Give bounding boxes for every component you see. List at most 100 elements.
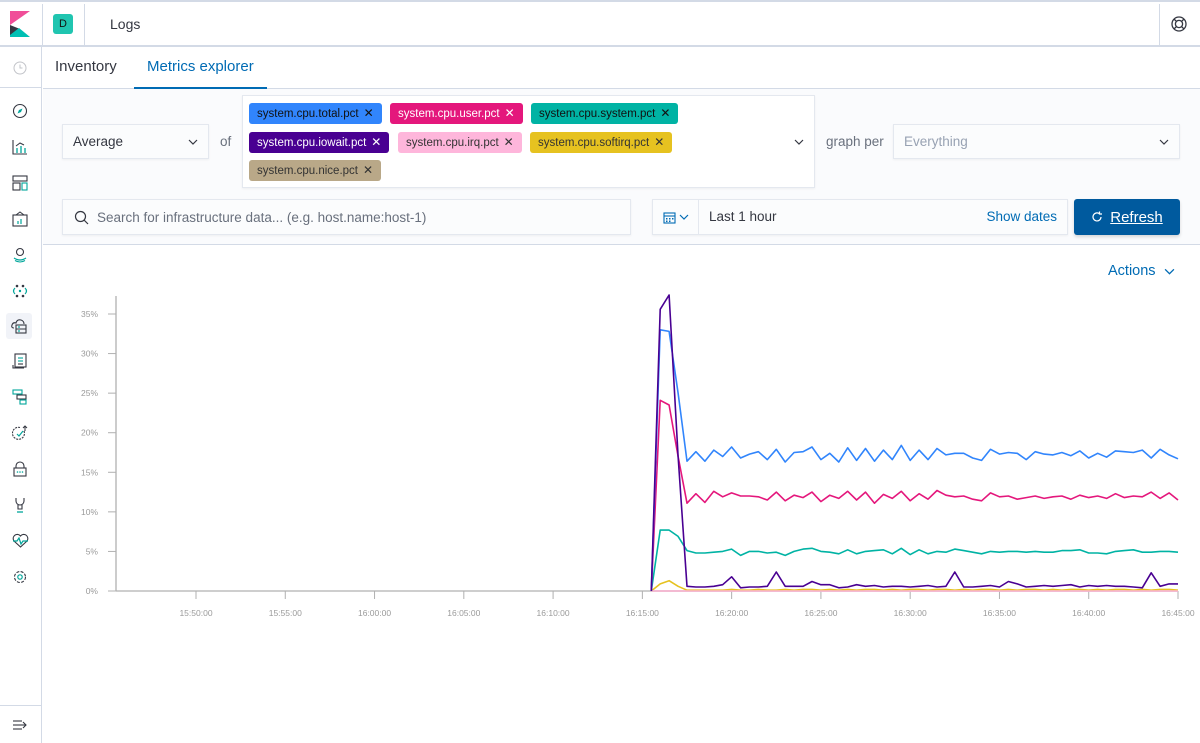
metric-pill-label: system.cpu.irq.pct xyxy=(406,137,499,149)
remove-metric-icon[interactable]: ✕ xyxy=(363,163,373,177)
sidebar-item-canvas[interactable] xyxy=(9,208,31,230)
quick-select-button[interactable] xyxy=(653,200,699,234)
y-tick-label: 25% xyxy=(81,388,98,398)
sidebar-item-recently-viewed[interactable] xyxy=(9,57,31,79)
metric-pill[interactable]: system.cpu.system.pct ✕ xyxy=(531,103,679,124)
lock-icon xyxy=(13,461,27,477)
graph-per-placeholder: Everything xyxy=(904,134,968,149)
x-tick-label: 16:20:00 xyxy=(715,608,748,618)
remove-metric-icon[interactable]: ✕ xyxy=(504,135,514,149)
remove-metric-icon[interactable]: ✕ xyxy=(371,135,381,149)
search-icon xyxy=(74,210,89,225)
y-tick-label: 35% xyxy=(81,309,98,319)
x-tick-label: 16:15:00 xyxy=(626,608,659,618)
nav-divider xyxy=(0,705,42,706)
sidebar-item-infrastructure[interactable] xyxy=(6,313,32,339)
space-avatar[interactable]: D xyxy=(53,14,73,34)
sidebar-item-management[interactable] xyxy=(9,566,31,588)
aggregation-select[interactable]: Average xyxy=(62,124,209,159)
metric-pill[interactable]: system.cpu.irq.pct ✕ xyxy=(398,132,522,153)
tab-metrics-explorer[interactable]: Metrics explorer xyxy=(134,58,267,89)
y-tick-label: 5% xyxy=(86,546,99,556)
dashboard-icon xyxy=(12,175,28,191)
x-tick-label: 16:25:00 xyxy=(804,608,837,618)
sidebar-item-dashboard[interactable] xyxy=(9,172,31,194)
sidebar-item-maps[interactable] xyxy=(9,244,31,266)
refresh-button[interactable]: Refresh xyxy=(1074,199,1180,235)
metric-pill[interactable]: system.cpu.total.pct ✕ xyxy=(249,103,382,124)
tab-inventory[interactable]: Inventory xyxy=(55,58,117,89)
metric-pill[interactable]: system.cpu.user.pct ✕ xyxy=(390,103,523,124)
sidebar-item-monitoring[interactable] xyxy=(9,530,31,552)
collapse-menu-button[interactable] xyxy=(9,714,31,736)
compass-icon xyxy=(12,103,28,119)
visualize-icon xyxy=(12,140,27,155)
actions-label: Actions xyxy=(1108,263,1156,279)
y-axis: 0% 5% 10% 15% 20% 25% 30% 35% xyxy=(81,296,117,596)
chevron-down-icon xyxy=(1164,268,1174,275)
sidebar-item-visualize[interactable] xyxy=(9,136,31,158)
show-dates-link[interactable]: Show dates xyxy=(986,209,1057,224)
apm-icon xyxy=(12,389,27,405)
search-input[interactable] xyxy=(97,200,617,234)
help-lifebuoy-icon[interactable] xyxy=(1170,15,1188,33)
calendar-icon xyxy=(662,211,676,224)
of-label: of xyxy=(220,134,232,149)
x-tick-label: 16:35:00 xyxy=(983,608,1016,618)
sidebar-item-siem[interactable] xyxy=(9,458,31,480)
x-tick-label: 16:00:00 xyxy=(358,608,391,618)
metric-pill[interactable]: system.cpu.softirq.pct ✕ xyxy=(530,132,673,153)
y-tick-label: 15% xyxy=(81,467,98,477)
series-group xyxy=(650,294,1179,592)
uptime-icon xyxy=(12,425,28,440)
wrench-icon xyxy=(15,498,25,513)
remove-metric-icon[interactable]: ✕ xyxy=(505,106,515,120)
heartbeat-icon xyxy=(12,533,28,548)
chevron-down-icon xyxy=(679,214,688,220)
ml-icon xyxy=(12,284,28,298)
collapse-menu-icon xyxy=(13,720,27,730)
remove-metric-icon[interactable]: ✕ xyxy=(364,106,374,120)
remove-metric-icon[interactable]: ✕ xyxy=(660,106,670,120)
metrics-toolbar: Average of system.cpu.total.pct ✕ system.… xyxy=(43,89,1200,245)
series-line-system-cpu-user-pct[interactable] xyxy=(650,399,1179,592)
actions-menu-button[interactable]: Actions xyxy=(1108,263,1175,279)
logs-icon xyxy=(12,353,27,369)
top-header: D Logs xyxy=(0,0,1200,47)
graph-per-select[interactable]: Everything xyxy=(893,124,1180,159)
series-line-system-cpu-system-pct[interactable] xyxy=(650,529,1179,592)
maps-icon xyxy=(13,247,27,263)
time-range-value[interactable]: Last 1 hour xyxy=(709,209,777,224)
kibana-logo-icon[interactable] xyxy=(10,11,30,37)
y-tick-label: 30% xyxy=(81,349,98,359)
nav-divider xyxy=(0,87,42,88)
sidebar-item-apm[interactable] xyxy=(9,386,31,408)
metrics-combobox[interactable]: system.cpu.total.pct ✕ system.cpu.user.pc… xyxy=(242,95,815,188)
y-tick-label: 10% xyxy=(81,507,98,517)
clock-icon xyxy=(13,61,27,75)
refresh-icon xyxy=(1092,211,1103,222)
metric-pill[interactable]: system.cpu.iowait.pct ✕ xyxy=(249,132,390,153)
infrastructure-icon xyxy=(10,319,27,334)
x-tick-label: 16:10:00 xyxy=(537,608,570,618)
aggregation-value: Average xyxy=(73,134,124,149)
sidebar-item-uptime[interactable] xyxy=(9,422,31,444)
chevron-down-icon[interactable] xyxy=(794,137,804,147)
metric-pill[interactable]: system.cpu.nice.pct ✕ xyxy=(249,160,382,181)
metric-pill-label: system.cpu.softirq.pct xyxy=(538,137,650,149)
sidebar-item-dev-tools[interactable] xyxy=(9,494,31,516)
metric-pill-label: system.cpu.system.pct xyxy=(539,108,656,120)
header-divider xyxy=(84,4,85,47)
metric-pill-label: system.cpu.iowait.pct xyxy=(257,137,367,149)
sidebar-item-discover[interactable] xyxy=(9,100,31,122)
series-line-system-cpu-iowait-pct[interactable] xyxy=(650,294,1178,592)
x-tick-label: 15:55:00 xyxy=(269,608,302,618)
x-axis: 15:50:00 15:55:00 16:00:00 16:05:00 16:10:00… xyxy=(116,590,1195,618)
remove-metric-icon[interactable]: ✕ xyxy=(654,135,664,149)
sidebar-item-machine-learning[interactable] xyxy=(9,280,31,302)
search-bar[interactable] xyxy=(62,199,631,235)
x-tick-label: 16:45:00 xyxy=(1161,608,1194,618)
y-tick-label: 20% xyxy=(81,428,98,438)
tab-bar: Inventory Metrics explorer xyxy=(43,47,1200,89)
sidebar-item-logs[interactable] xyxy=(9,350,31,372)
